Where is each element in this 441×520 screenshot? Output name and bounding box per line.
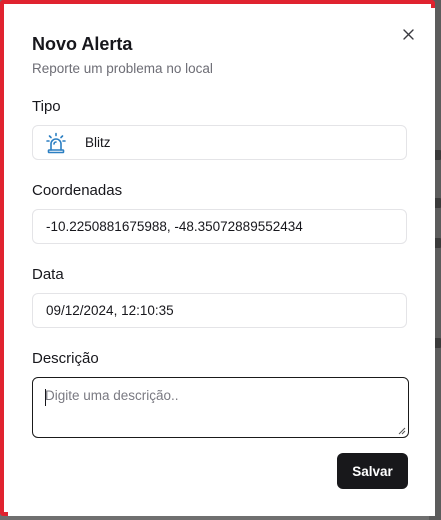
coordinates-value: -10.2250881675988, -48.35072889552434: [46, 219, 303, 234]
type-label: Tipo: [32, 98, 61, 115]
dialog-title: Novo Alerta: [32, 34, 133, 54]
description-label: Descrição: [32, 350, 99, 367]
type-value: Blitz: [85, 135, 111, 150]
save-button[interactable]: Salvar: [337, 453, 408, 489]
close-button[interactable]: [398, 24, 418, 44]
close-icon: [402, 28, 414, 40]
alert-dialog-frame: Novo Alerta Reporte um problema no local…: [0, 0, 435, 516]
date-field[interactable]: 09/12/2024, 12:10:35: [32, 293, 407, 328]
resize-grip-icon[interactable]: [398, 427, 406, 435]
type-select[interactable]: Blitz: [32, 125, 407, 160]
coordinates-label: Coordenadas: [32, 182, 123, 199]
police-siren-icon: [44, 131, 68, 155]
new-alert-dialog: Novo Alerta Reporte um problema no local…: [8, 8, 435, 516]
dialog-subtitle: Reporte um problema no local: [32, 61, 213, 76]
text-cursor: [45, 389, 46, 406]
coordinates-field[interactable]: -10.2250881675988, -48.35072889552434: [32, 209, 407, 244]
date-value: 09/12/2024, 12:10:35: [46, 303, 174, 318]
description-box: [32, 377, 409, 438]
description-textarea[interactable]: [33, 378, 408, 437]
date-label: Data: [32, 266, 64, 283]
